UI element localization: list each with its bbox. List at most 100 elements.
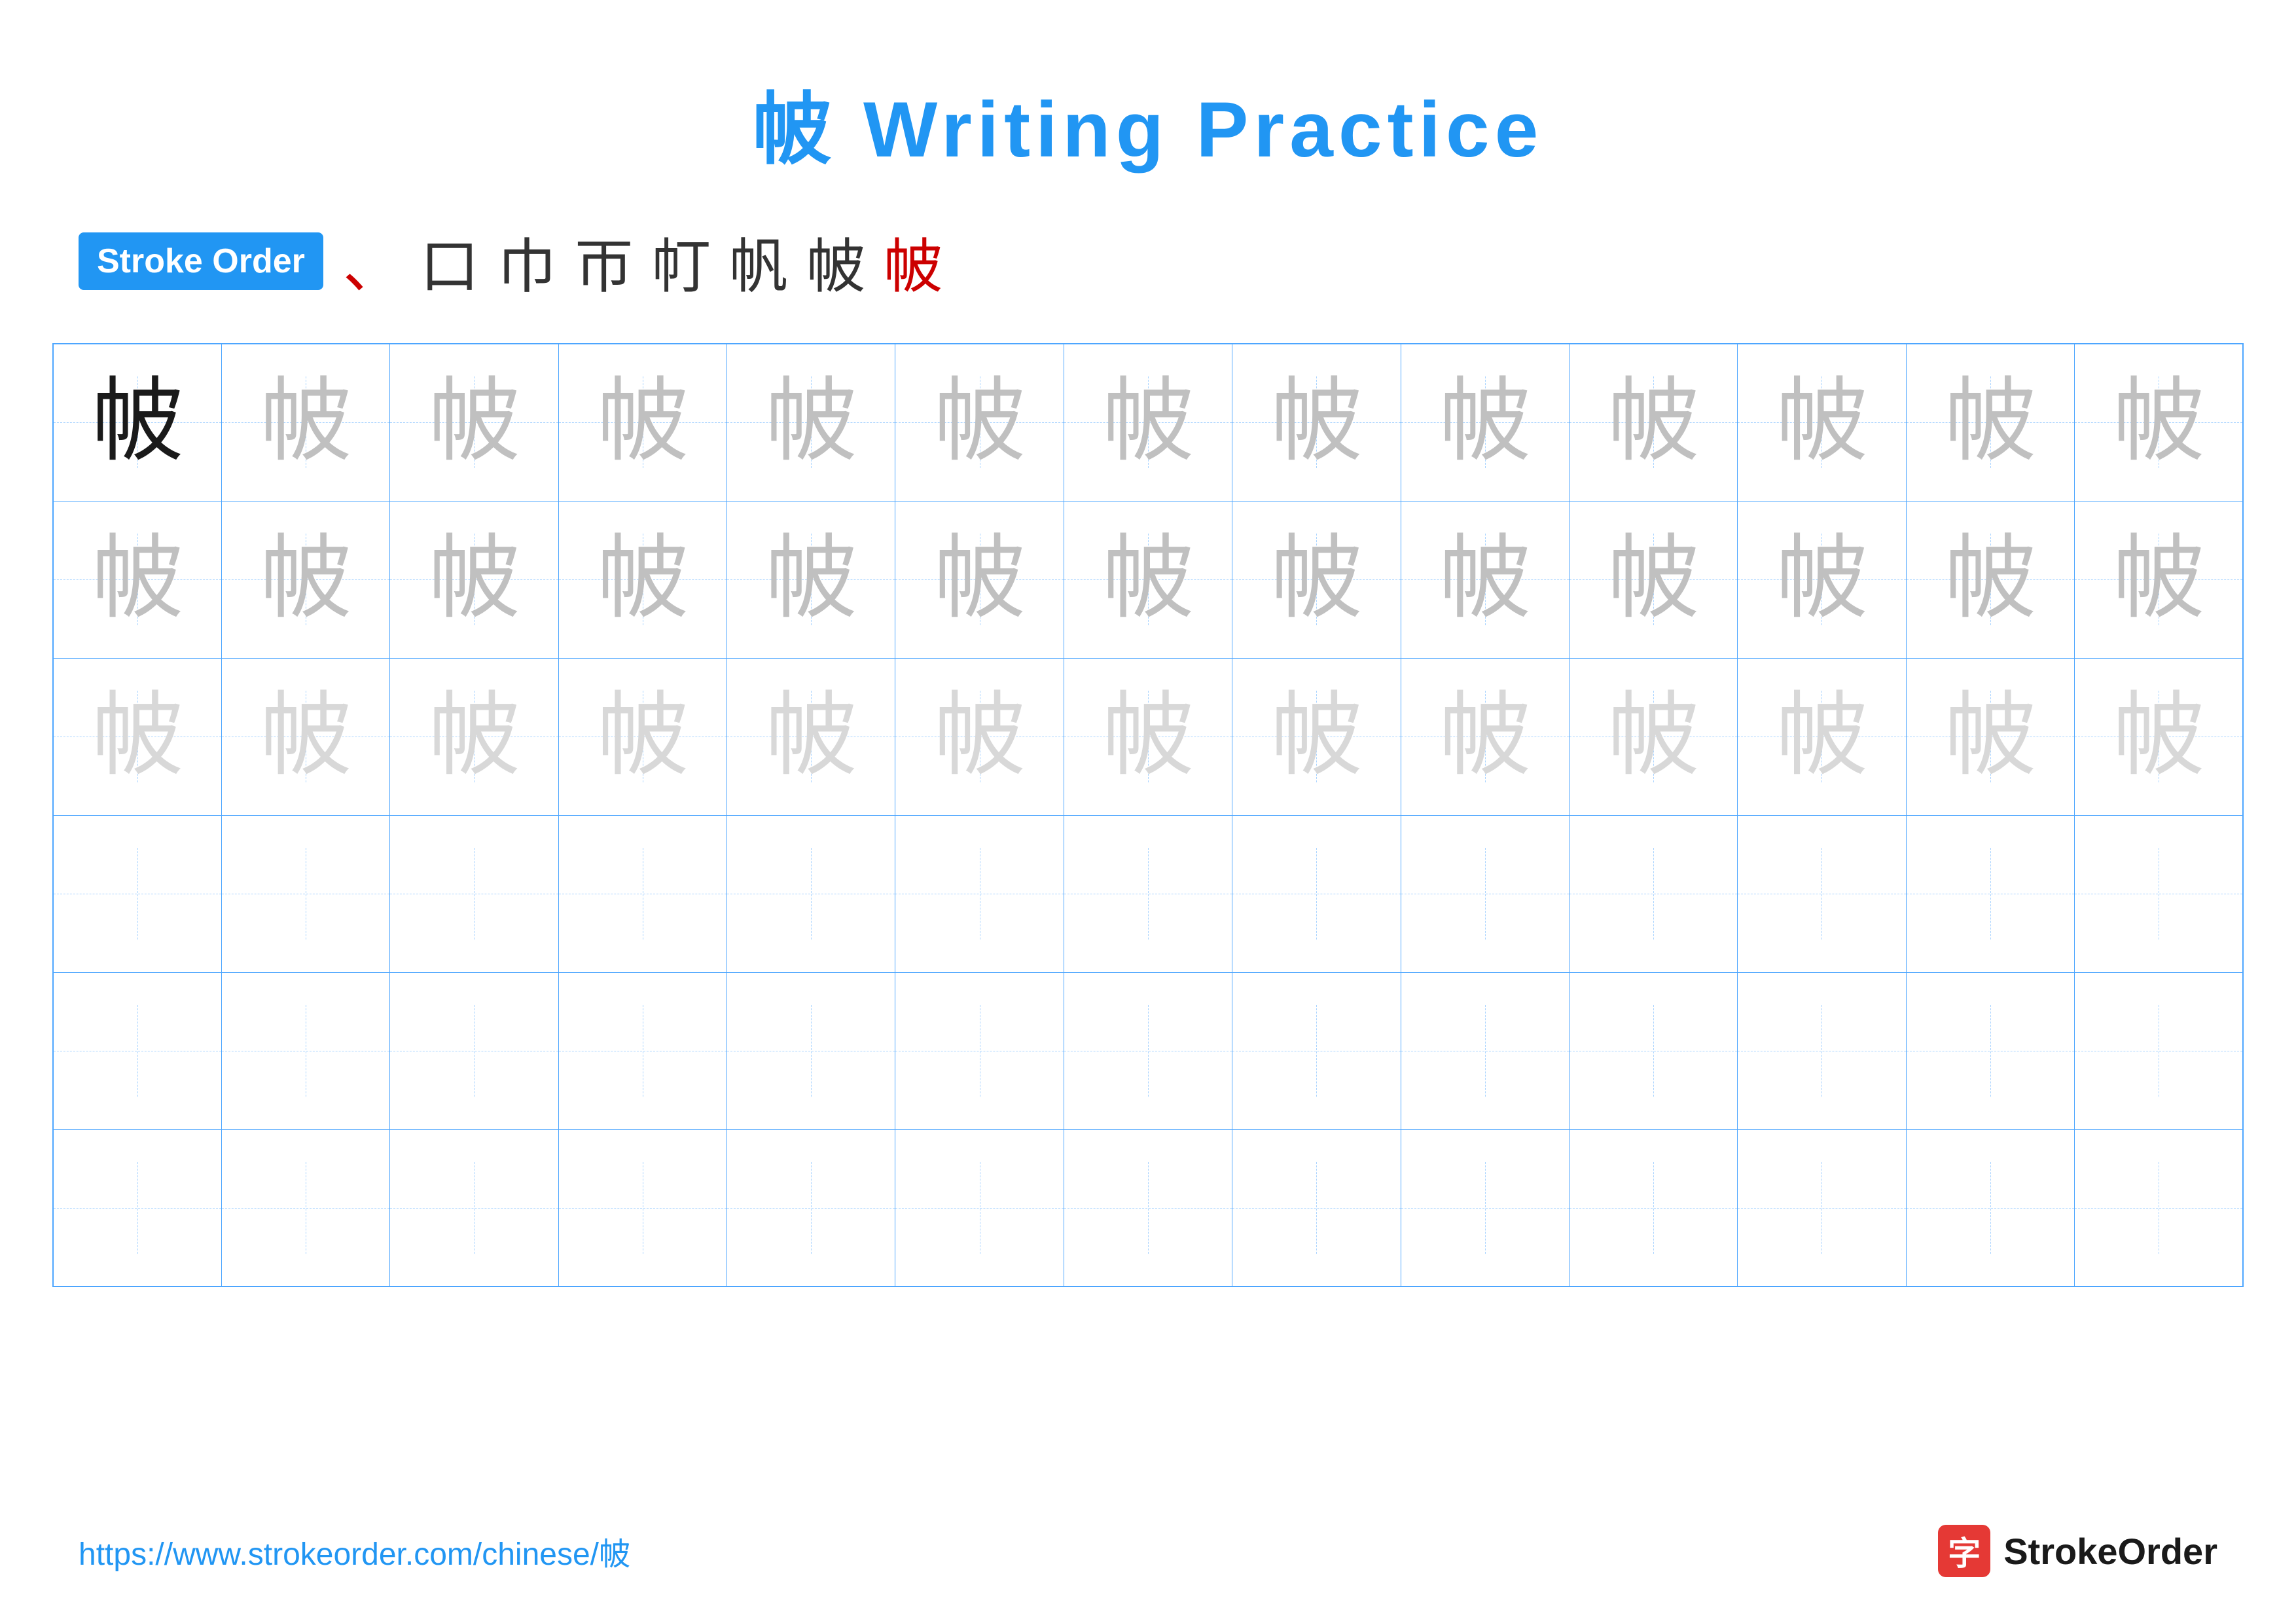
grid-cell-0-7[interactable]: 帔: [1232, 344, 1401, 501]
grid-cell-5-0[interactable]: 帔: [53, 1129, 221, 1286]
grid-cell-2-9[interactable]: 帔: [1569, 658, 1737, 815]
cell-char-5-7: 帔: [1270, 1162, 1362, 1254]
grid-cell-4-1[interactable]: 帔: [221, 972, 389, 1129]
footer-url[interactable]: https://www.strokeorder.com/chinese/帔: [79, 1528, 630, 1574]
grid-cell-1-1[interactable]: 帔: [221, 501, 389, 658]
grid-cell-0-6[interactable]: 帔: [1064, 344, 1232, 501]
grid-cell-2-1[interactable]: 帔: [221, 658, 389, 815]
cell-char-3-12: 帔: [2113, 848, 2204, 939]
grid-cell-1-7[interactable]: 帔: [1232, 501, 1401, 658]
cell-char-4-8: 帔: [1439, 1005, 1531, 1097]
grid-cell-4-2[interactable]: 帔: [390, 972, 558, 1129]
cell-char-3-1: 帔: [260, 848, 351, 939]
grid-cell-4-0[interactable]: 帔: [53, 972, 221, 1129]
grid-cell-2-4[interactable]: 帔: [727, 658, 895, 815]
grid-cell-3-2[interactable]: 帔: [390, 815, 558, 972]
grid-cell-0-0[interactable]: 帔: [53, 344, 221, 501]
grid-cell-1-9[interactable]: 帔: [1569, 501, 1737, 658]
cell-char-5-8: 帔: [1439, 1162, 1531, 1254]
grid-cell-4-11[interactable]: 帔: [1906, 972, 2074, 1129]
grid-cell-1-12[interactable]: 帔: [2075, 501, 2244, 658]
grid-cell-2-7[interactable]: 帔: [1232, 658, 1401, 815]
grid-cell-5-11[interactable]: 帔: [1906, 1129, 2074, 1286]
cell-char-1-7: 帔: [1270, 534, 1362, 625]
grid-cell-5-2[interactable]: 帔: [390, 1129, 558, 1286]
grid-cell-2-11[interactable]: 帔: [1906, 658, 2074, 815]
cell-char-4-6: 帔: [1102, 1005, 1194, 1097]
grid-cell-0-10[interactable]: 帔: [1738, 344, 1906, 501]
grid-cell-0-9[interactable]: 帔: [1569, 344, 1737, 501]
grid-cell-0-5[interactable]: 帔: [895, 344, 1064, 501]
grid-cell-5-6[interactable]: 帔: [1064, 1129, 1232, 1286]
grid-cell-2-10[interactable]: 帔: [1738, 658, 1906, 815]
grid-cell-1-2[interactable]: 帔: [390, 501, 558, 658]
grid-cell-5-4[interactable]: 帔: [727, 1129, 895, 1286]
grid-cell-2-0[interactable]: 帔: [53, 658, 221, 815]
stroke-sequence: 、口巾帀帄帆帔帔: [343, 219, 942, 304]
grid-cell-4-7[interactable]: 帔: [1232, 972, 1401, 1129]
grid-cell-2-3[interactable]: 帔: [558, 658, 726, 815]
grid-cell-3-11[interactable]: 帔: [1906, 815, 2074, 972]
grid-cell-3-1[interactable]: 帔: [221, 815, 389, 972]
cell-char-3-10: 帔: [1776, 848, 1867, 939]
grid-cell-2-5[interactable]: 帔: [895, 658, 1064, 815]
grid-cell-4-3[interactable]: 帔: [558, 972, 726, 1129]
grid-cell-3-0[interactable]: 帔: [53, 815, 221, 972]
grid-cell-2-12[interactable]: 帔: [2075, 658, 2244, 815]
grid-cell-5-10[interactable]: 帔: [1738, 1129, 1906, 1286]
grid-cell-0-2[interactable]: 帔: [390, 344, 558, 501]
grid-cell-5-12[interactable]: 帔: [2075, 1129, 2244, 1286]
grid-cell-3-8[interactable]: 帔: [1401, 815, 1569, 972]
footer-logo: 字 StrokeOrder: [1938, 1525, 2217, 1577]
cell-char-3-2: 帔: [428, 848, 520, 939]
grid-row-4: 帔帔帔帔帔帔帔帔帔帔帔帔帔: [53, 972, 2243, 1129]
grid-cell-5-3[interactable]: 帔: [558, 1129, 726, 1286]
grid-cell-3-7[interactable]: 帔: [1232, 815, 1401, 972]
grid-cell-1-8[interactable]: 帔: [1401, 501, 1569, 658]
grid-cell-1-5[interactable]: 帔: [895, 501, 1064, 658]
grid-cell-2-8[interactable]: 帔: [1401, 658, 1569, 815]
grid-cell-0-12[interactable]: 帔: [2075, 344, 2244, 501]
cell-char-3-5: 帔: [934, 848, 1026, 939]
cell-char-2-8: 帔: [1439, 691, 1531, 782]
grid-cell-3-5[interactable]: 帔: [895, 815, 1064, 972]
grid-cell-4-9[interactable]: 帔: [1569, 972, 1737, 1129]
grid-cell-3-9[interactable]: 帔: [1569, 815, 1737, 972]
grid-cell-5-8[interactable]: 帔: [1401, 1129, 1569, 1286]
stroke-seq-item-1: 口: [420, 219, 479, 304]
grid-cell-4-5[interactable]: 帔: [895, 972, 1064, 1129]
grid-cell-5-5[interactable]: 帔: [895, 1129, 1064, 1286]
grid-cell-1-11[interactable]: 帔: [1906, 501, 2074, 658]
grid-cell-5-9[interactable]: 帔: [1569, 1129, 1737, 1286]
grid-cell-4-8[interactable]: 帔: [1401, 972, 1569, 1129]
grid-cell-2-2[interactable]: 帔: [390, 658, 558, 815]
grid-cell-4-4[interactable]: 帔: [727, 972, 895, 1129]
grid-cell-1-6[interactable]: 帔: [1064, 501, 1232, 658]
cell-char-2-3: 帔: [597, 691, 689, 782]
grid-cell-3-12[interactable]: 帔: [2075, 815, 2244, 972]
grid-cell-0-3[interactable]: 帔: [558, 344, 726, 501]
cell-char-3-7: 帔: [1270, 848, 1362, 939]
cell-char-4-3: 帔: [597, 1005, 689, 1097]
grid-cell-0-4[interactable]: 帔: [727, 344, 895, 501]
grid-cell-3-3[interactable]: 帔: [558, 815, 726, 972]
grid-cell-0-1[interactable]: 帔: [221, 344, 389, 501]
grid-cell-4-6[interactable]: 帔: [1064, 972, 1232, 1129]
stroke-seq-item-7: 帔: [884, 219, 942, 304]
grid-cell-3-10[interactable]: 帔: [1738, 815, 1906, 972]
cell-char-3-4: 帔: [765, 848, 857, 939]
grid-cell-1-10[interactable]: 帔: [1738, 501, 1906, 658]
grid-cell-0-11[interactable]: 帔: [1906, 344, 2074, 501]
grid-cell-5-1[interactable]: 帔: [221, 1129, 389, 1286]
grid-cell-1-0[interactable]: 帔: [53, 501, 221, 658]
grid-cell-1-3[interactable]: 帔: [558, 501, 726, 658]
grid-cell-3-6[interactable]: 帔: [1064, 815, 1232, 972]
grid-cell-4-12[interactable]: 帔: [2075, 972, 2244, 1129]
grid-cell-5-7[interactable]: 帔: [1232, 1129, 1401, 1286]
grid-cell-2-6[interactable]: 帔: [1064, 658, 1232, 815]
grid-cell-4-10[interactable]: 帔: [1738, 972, 1906, 1129]
grid-cell-0-8[interactable]: 帔: [1401, 344, 1569, 501]
grid-cell-3-4[interactable]: 帔: [727, 815, 895, 972]
cell-char-2-10: 帔: [1776, 691, 1867, 782]
grid-cell-1-4[interactable]: 帔: [727, 501, 895, 658]
